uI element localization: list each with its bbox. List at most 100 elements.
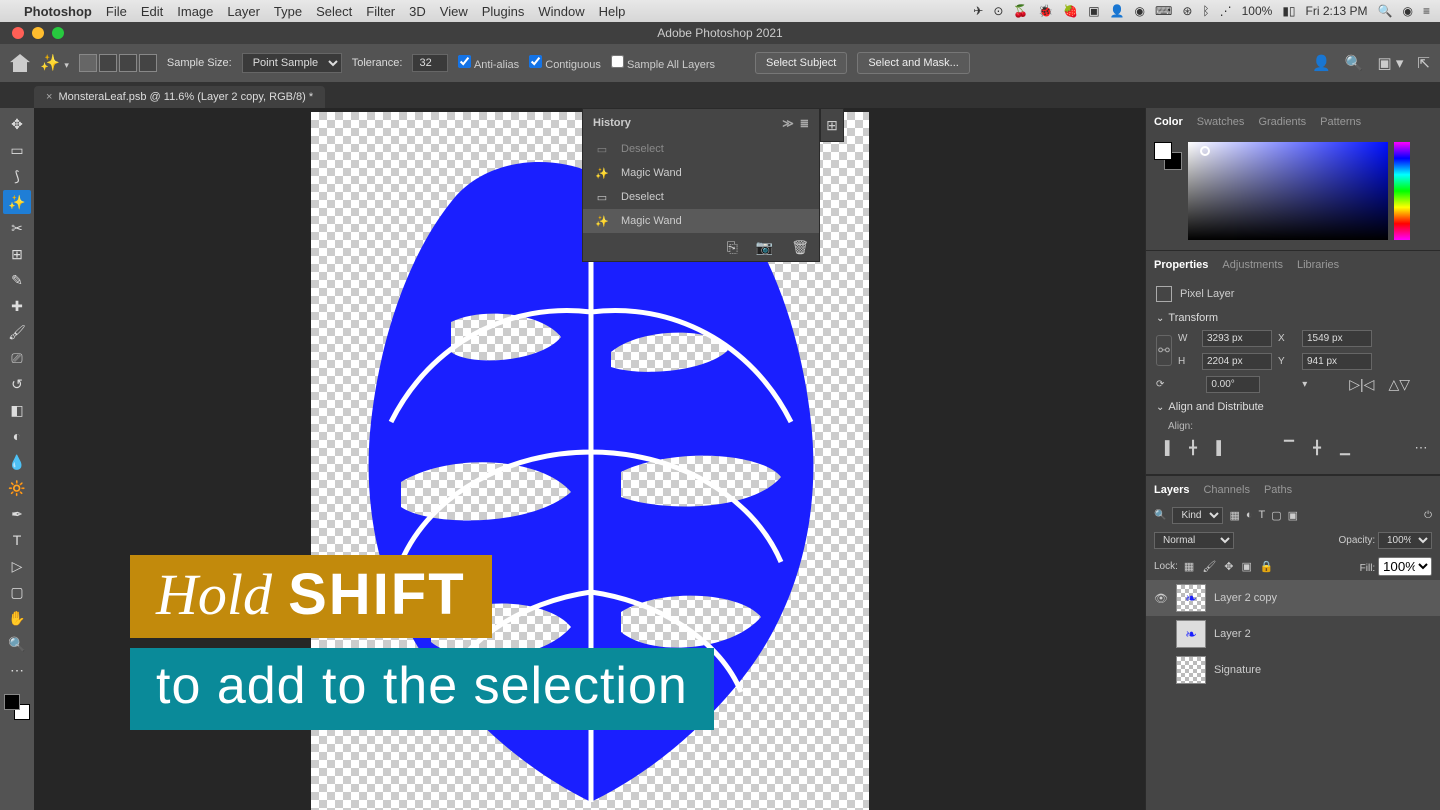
home-icon[interactable] bbox=[10, 54, 30, 72]
shape-tool-icon[interactable]: ▢ bbox=[3, 580, 31, 604]
align-bottom-icon[interactable]: ▁ bbox=[1336, 440, 1354, 456]
status-icon[interactable]: 🍓 bbox=[1063, 4, 1078, 18]
align-section-header[interactable]: Align and Distribute bbox=[1156, 401, 1430, 413]
workspace-icon[interactable]: ▣ ▾ bbox=[1378, 54, 1404, 72]
history-item[interactable]: ▭Deselect bbox=[583, 137, 819, 161]
height-input[interactable] bbox=[1202, 353, 1272, 370]
selection-new-icon[interactable] bbox=[79, 54, 97, 72]
visibility-icon[interactable]: 👁 bbox=[1154, 592, 1168, 605]
selection-add-icon[interactable] bbox=[99, 54, 117, 72]
status-icon[interactable]: ◉ bbox=[1135, 4, 1145, 18]
marquee-tool-icon[interactable]: ▭ bbox=[3, 138, 31, 162]
align-center-h-icon[interactable]: ╋ bbox=[1184, 440, 1202, 456]
close-icon[interactable] bbox=[12, 27, 24, 39]
history-brush-tool-icon[interactable]: ↺ bbox=[3, 372, 31, 396]
filter-kind-select[interactable]: Kind bbox=[1172, 507, 1223, 524]
search-icon[interactable]: 🔍 bbox=[1345, 54, 1364, 72]
layer-name[interactable]: Layer 2 bbox=[1214, 628, 1251, 640]
menu-type[interactable]: Type bbox=[274, 4, 302, 19]
history-item[interactable]: ✨Magic Wand bbox=[583, 161, 819, 185]
hand-tool-icon[interactable]: ✋ bbox=[3, 606, 31, 630]
magic-wand-tool-icon[interactable]: ✨ bbox=[3, 190, 31, 214]
hue-slider[interactable] bbox=[1394, 142, 1410, 240]
lock-artboard-icon[interactable]: ▣ bbox=[1242, 560, 1252, 573]
menu-edit[interactable]: Edit bbox=[141, 4, 163, 19]
fg-bg-swatch[interactable] bbox=[1154, 142, 1182, 170]
tab-swatches[interactable]: Swatches bbox=[1197, 116, 1245, 128]
tab-layers[interactable]: Layers bbox=[1154, 484, 1189, 496]
select-subject-button[interactable]: Select Subject bbox=[755, 52, 847, 74]
align-top-icon[interactable]: ▔ bbox=[1280, 440, 1298, 456]
menu-help[interactable]: Help bbox=[599, 4, 626, 19]
filter-toggle-icon[interactable]: ⏻ bbox=[1424, 510, 1432, 521]
menu-image[interactable]: Image bbox=[177, 4, 213, 19]
status-icon[interactable]: 🐞 bbox=[1038, 4, 1053, 18]
pen-tool-icon[interactable]: ✒ bbox=[3, 502, 31, 526]
align-right-icon[interactable]: ▌ bbox=[1212, 440, 1230, 456]
gradient-tool-icon[interactable]: ◐ bbox=[3, 424, 31, 448]
selection-mode-group[interactable] bbox=[79, 54, 157, 72]
status-icon[interactable]: ⊛ bbox=[1182, 4, 1192, 18]
layer-item[interactable]: ❧ Layer 2 bbox=[1146, 616, 1440, 652]
select-and-mask-button[interactable]: Select and Mask... bbox=[857, 52, 970, 74]
menu-window[interactable]: Window bbox=[538, 4, 584, 19]
opacity-select[interactable]: 100% bbox=[1378, 532, 1432, 549]
battery-icon[interactable]: ▮▯ bbox=[1282, 4, 1295, 18]
type-tool-icon[interactable]: T bbox=[3, 528, 31, 552]
filter-adjust-icon[interactable]: ◐ bbox=[1246, 509, 1253, 522]
lasso-tool-icon[interactable]: ⟆ bbox=[3, 164, 31, 188]
status-icon[interactable]: ⊙ bbox=[993, 4, 1003, 18]
selection-subtract-icon[interactable] bbox=[119, 54, 137, 72]
blur-tool-icon[interactable]: 💧 bbox=[3, 450, 31, 474]
frame-tool-icon[interactable]: ⊞ bbox=[3, 242, 31, 266]
layer-item[interactable]: Signature bbox=[1146, 652, 1440, 688]
layer-thumb[interactable] bbox=[1176, 656, 1206, 684]
eraser-tool-icon[interactable]: ◧ bbox=[3, 398, 31, 422]
snapshot-icon[interactable]: 📷 bbox=[756, 239, 773, 256]
sample-size-select[interactable]: Point Sample bbox=[242, 53, 342, 73]
close-tab-icon[interactable]: × bbox=[46, 91, 52, 103]
app-name[interactable]: Photoshop bbox=[24, 4, 92, 19]
brush-tool-icon[interactable]: 🖌 bbox=[3, 320, 31, 344]
tab-patterns[interactable]: Patterns bbox=[1320, 116, 1361, 128]
contiguous-check[interactable]: Contiguous bbox=[529, 55, 601, 71]
link-wh-icon[interactable]: ⚯ bbox=[1156, 335, 1172, 366]
menu-icon[interactable]: ≡ bbox=[1423, 4, 1430, 18]
eyedropper-tool-icon[interactable]: ✎ bbox=[3, 268, 31, 292]
traffic-lights[interactable] bbox=[0, 27, 64, 39]
new-doc-from-state-icon[interactable]: ⎘ bbox=[727, 239, 738, 256]
filter-pixel-icon[interactable]: ▦ bbox=[1229, 509, 1239, 522]
menu-filter[interactable]: Filter bbox=[366, 4, 395, 19]
align-left-icon[interactable]: ▐ bbox=[1156, 440, 1174, 456]
crop-tool-icon[interactable]: ✂ bbox=[3, 216, 31, 240]
layer-thumb[interactable]: ❧ bbox=[1176, 584, 1206, 612]
tab-color[interactable]: Color bbox=[1154, 116, 1183, 128]
filter-shape-icon[interactable]: ▢ bbox=[1271, 509, 1281, 522]
tab-channels[interactable]: Channels bbox=[1203, 484, 1249, 496]
y-input[interactable] bbox=[1302, 353, 1372, 370]
siri-icon[interactable]: ◉ bbox=[1403, 4, 1413, 18]
tab-adjustments[interactable]: Adjustments bbox=[1222, 259, 1283, 271]
menu-plugins[interactable]: Plugins bbox=[482, 4, 525, 19]
fill-select[interactable]: 100% bbox=[1378, 557, 1432, 576]
status-icon[interactable]: 👤 bbox=[1110, 4, 1125, 18]
status-icon[interactable]: ⌨ bbox=[1155, 4, 1172, 18]
minimize-icon[interactable] bbox=[32, 27, 44, 39]
path-select-tool-icon[interactable]: ▷ bbox=[3, 554, 31, 578]
document-tab[interactable]: × MonsteraLeaf.psb @ 11.6% (Layer 2 copy… bbox=[34, 86, 325, 108]
healing-tool-icon[interactable]: ✚ bbox=[3, 294, 31, 318]
collapsed-panel-icon[interactable]: ⊞ bbox=[820, 108, 844, 142]
spotlight-icon[interactable]: 🔍 bbox=[1378, 4, 1393, 18]
share-icon[interactable]: ⇱ bbox=[1417, 54, 1430, 72]
blend-mode-select[interactable]: Normal bbox=[1154, 532, 1234, 549]
delete-icon[interactable]: 🗑 bbox=[791, 239, 809, 256]
history-panel[interactable]: History ≫ ≣ ▭Deselect ✨Magic Wand ▭Desel… bbox=[582, 108, 820, 262]
layer-item[interactable]: 👁 ❧ Layer 2 copy bbox=[1146, 580, 1440, 616]
color-picker[interactable] bbox=[1146, 136, 1440, 250]
selection-intersect-icon[interactable] bbox=[139, 54, 157, 72]
history-item[interactable]: ▭Deselect bbox=[583, 185, 819, 209]
layer-name[interactable]: Signature bbox=[1214, 664, 1261, 676]
tool-preset-icon[interactable]: ✨ ▾ bbox=[40, 53, 69, 73]
maximize-icon[interactable] bbox=[52, 27, 64, 39]
tab-libraries[interactable]: Libraries bbox=[1297, 259, 1339, 271]
